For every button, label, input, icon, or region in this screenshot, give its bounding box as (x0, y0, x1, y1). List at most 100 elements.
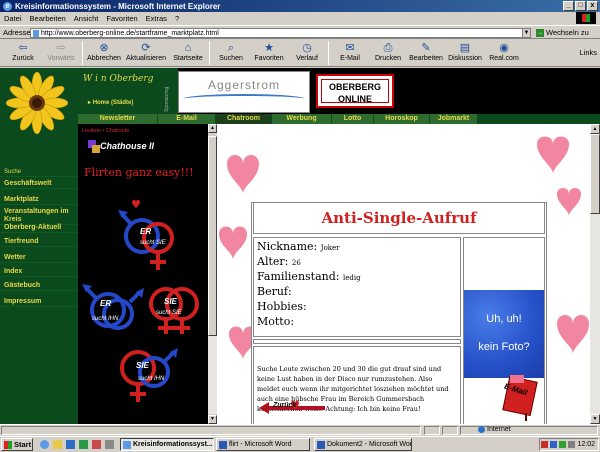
scroll-up-arrow-icon[interactable]: ▲ (590, 124, 600, 134)
stop-icon: ⊗ (99, 42, 109, 54)
scroll-up-arrow-icon[interactable]: ▲ (208, 124, 217, 133)
taskbar-task-button[interactable]: Dokument2 - Microsoft Word (314, 438, 412, 451)
menu-ansicht[interactable]: Ansicht (74, 14, 99, 23)
tray-icon[interactable] (541, 441, 549, 448)
menu-datei[interactable]: Datei (4, 14, 22, 23)
toolbar-edit-button[interactable]: ✎ Bearbeiten (407, 40, 445, 67)
toolbar-refresh-button[interactable]: ⟳ Aktualisieren (123, 40, 169, 67)
menu-favoriten[interactable]: Favoriten (106, 14, 137, 23)
toolbar-button-label: Favoriten (254, 55, 284, 62)
toolbar-favorites-button[interactable]: ★ Favoriten (250, 40, 288, 67)
app-quicklaunch-icon[interactable] (105, 440, 114, 449)
volume-icon[interactable] (568, 441, 576, 448)
go-arrow-icon: → (536, 28, 544, 37)
sie-sucht-ihn-icon[interactable]: SIE sucht IHN (120, 348, 178, 402)
nav-tab-lotto[interactable]: Lotto (332, 114, 374, 124)
chathouse-logo[interactable]: Chathouse II (88, 138, 154, 156)
windows-flag-icon (4, 440, 12, 449)
scroll-thumb[interactable] (208, 136, 217, 336)
sidebar-item-geschäftswelt[interactable]: Geschäftswelt (0, 180, 78, 189)
close-button[interactable]: x (587, 1, 598, 11)
profile-field-row: Beruf: (257, 285, 460, 300)
home-link[interactable]: Home (Städte) (88, 99, 134, 106)
email-link[interactable]: E-Mail (500, 373, 544, 421)
sie-sucht-sie-icon[interactable]: SIE sucht SIE (149, 287, 199, 334)
nav-tab-email[interactable]: E-Mail (158, 114, 216, 124)
toolbar-back-arrow-button[interactable]: ⇦ Zurück (4, 40, 42, 67)
aggerstrom-banner[interactable]: Aggerstrom (178, 71, 310, 113)
address-dropdown-button[interactable]: ▼ (522, 28, 531, 38)
svg-text:SIE: SIE (136, 361, 150, 370)
toolbar-forward-arrow-button[interactable]: ⇨ Vorwärts (42, 40, 80, 67)
page-icon (33, 30, 39, 37)
outlook-quicklaunch-icon[interactable] (53, 440, 62, 449)
scroll-down-arrow-icon[interactable]: ▼ (590, 414, 600, 424)
sidebar-item-marktplatz[interactable]: Marktplatz (0, 196, 78, 205)
toolbar-realcom-button[interactable]: ◉ Real.com (485, 40, 523, 67)
sidebar-item-impressum[interactable]: Impressum (0, 298, 78, 307)
ie-quicklaunch-icon[interactable] (40, 440, 49, 449)
app-quicklaunch-icon[interactable] (92, 440, 101, 449)
er-sucht-sie-icon[interactable]: ER sucht SIE (118, 210, 174, 270)
ie-icon (123, 440, 131, 449)
toolbar-history-button[interactable]: ◷ Verlauf (288, 40, 326, 67)
menu-bearbeiten[interactable]: Bearbeiten (30, 14, 66, 23)
start-button[interactable]: Start (1, 438, 33, 451)
nav-tab-horoskop[interactable]: Horoskop (374, 114, 430, 124)
nav-tab-jobmarkt[interactable]: Jobmarkt (430, 114, 478, 124)
nav-tab-werbung[interactable]: Werbung (272, 114, 332, 124)
toolbar-button-label: Abbrechen (87, 55, 121, 62)
favorites-icon: ★ (264, 42, 274, 54)
taskbar-task-button[interactable]: Kreisinformationssyst... (120, 438, 214, 451)
nav-tab-chatroom[interactable]: Chatroom (216, 114, 272, 124)
oberberg-online-banner[interactable]: OBERBERG ONLINE (316, 74, 394, 108)
back-link[interactable]: Zurück (255, 400, 331, 416)
svg-text:sucht IHN: sucht IHN (138, 376, 165, 382)
taskbar-task-button[interactable]: flirt - Microsoft Word (216, 438, 310, 451)
aufruf-title: Anti-Single-Aufruf (253, 202, 545, 234)
sidebar-item-suche[interactable]: Suche (0, 168, 78, 177)
tray-icon[interactable] (550, 441, 558, 448)
sidebar-item-oberbergaktuell[interactable]: Oberberg-Aktuell (0, 224, 78, 233)
toolbar-search-button[interactable]: ⌕ Suchen (212, 40, 250, 67)
links-button[interactable]: Links (579, 48, 597, 57)
go-button[interactable]: → Wechseln zu (536, 28, 589, 37)
toolbar-separator (209, 41, 210, 65)
channels-quicklaunch-icon[interactable] (79, 440, 88, 449)
desktop-quicklaunch-icon[interactable] (66, 440, 75, 449)
mail-icon: ✉ (345, 42, 355, 54)
toolbar-home-button[interactable]: ⌂ Startseite (169, 40, 207, 67)
menu-help[interactable]: ? (175, 14, 179, 23)
maximize-button[interactable]: □ (575, 1, 586, 11)
sidebar-item-wetter[interactable]: Wetter (0, 254, 78, 263)
window-titlebar[interactable]: e Kreisinformationssystem - Microsoft In… (0, 0, 600, 12)
browser-viewport: W i n Oberberg Home (Städte) Sponsoring … (0, 68, 600, 424)
globe-icon (478, 426, 485, 433)
menu-extras[interactable]: Extras (146, 14, 167, 23)
svg-text:SIE: SIE (164, 297, 178, 306)
chat-links[interactable]: Lexikon • Chatcode (82, 128, 129, 134)
edit-icon: ✎ (421, 42, 431, 54)
tray-icon[interactable] (559, 441, 567, 448)
page-scrollbar[interactable]: ▲ ▼ (590, 124, 600, 424)
toolbar-discussion-button[interactable]: ▤ Diskussion (445, 40, 485, 67)
site-sidebar: Suche Geschäftswelt Marktplatz Veranstaltun… (0, 168, 78, 424)
minimize-button[interactable]: _ (563, 1, 574, 11)
sidebar-item-tierfreund[interactable]: Tierfreund (0, 238, 78, 247)
scroll-thumb[interactable] (590, 134, 600, 214)
toolbar-stop-button[interactable]: ⊗ Abbrechen (85, 40, 123, 67)
sunflower-logo-icon (6, 72, 68, 134)
address-input[interactable]: http://www.oberberg-online.de/startframe… (30, 28, 530, 38)
toolbar-print-button[interactable]: ⎙ Drucken (369, 40, 407, 67)
back-arrow-icon: ⇦ (18, 42, 28, 54)
sidebar-item-veranstaltungenimkreis[interactable]: Veranstaltungen im Kreis (0, 208, 78, 225)
nav-tab-newsletter[interactable]: Newsletter (78, 114, 158, 124)
chat-frame-scrollbar[interactable]: ▲ ▼ (208, 124, 217, 424)
scroll-down-arrow-icon[interactable]: ▼ (208, 415, 217, 424)
sidebar-item-index[interactable]: Index (0, 268, 78, 277)
scroll-track[interactable] (208, 336, 217, 414)
er-sucht-ihn-icon[interactable]: ER sucht IHN (82, 284, 144, 330)
svg-text:sucht SIE: sucht SIE (140, 240, 167, 246)
toolbar-mail-button[interactable]: ✉ E-Mail (331, 40, 369, 67)
sidebar-item-gästebuch[interactable]: Gästebuch (0, 282, 78, 291)
